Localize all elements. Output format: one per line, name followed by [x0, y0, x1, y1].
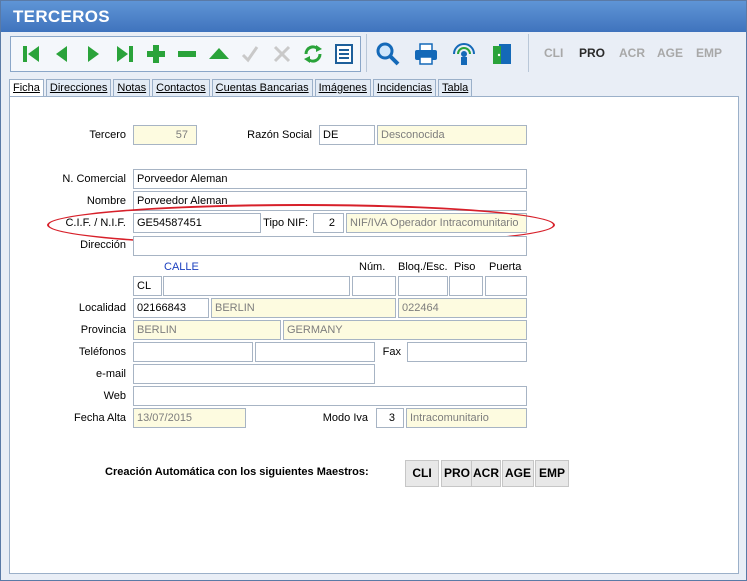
tercero-label: Tercero	[89, 129, 126, 141]
num-header: Núm.	[359, 261, 386, 273]
tab-contactos[interactable]: Contactos	[152, 79, 210, 97]
modo-iva-field[interactable]: 3	[376, 408, 404, 428]
localidad-cp-field: 022464	[398, 298, 527, 318]
tercero-field[interactable]: 57	[133, 125, 197, 145]
first-record-icon[interactable]	[15, 39, 46, 69]
tools-toolbar	[372, 36, 518, 72]
print-icon[interactable]	[410, 39, 442, 69]
numero-field[interactable]	[352, 276, 396, 296]
module-emp-button[interactable]: EMP	[696, 46, 722, 60]
auto-create-age-button[interactable]: AGE	[502, 460, 534, 487]
razon-social-label: Razón Social	[247, 129, 312, 141]
toolbar-separator	[528, 34, 529, 72]
auto-create-label: Creación Automática con los siguientes M…	[105, 466, 369, 478]
web-field[interactable]	[133, 386, 527, 406]
list-icon[interactable]	[329, 39, 360, 69]
bloque-field[interactable]	[398, 276, 448, 296]
razon-social-desc-field: Desconocida	[377, 125, 527, 145]
terceros-window: TERCEROS CLI PRO ACR AGE EMP Ficha Direc…	[0, 0, 747, 581]
email-label: e-mail	[96, 368, 126, 380]
last-record-icon[interactable]	[109, 39, 140, 69]
piso-field[interactable]	[449, 276, 483, 296]
modo-iva-desc-field: Intracomunitario	[406, 408, 527, 428]
localidad-name-field: BERLIN	[211, 298, 396, 318]
window-title: TERCEROS	[1, 1, 746, 32]
tab-strip: Ficha Direcciones Notas Contactos Cuenta…	[9, 79, 474, 98]
provincia-label: Provincia	[80, 324, 126, 336]
auto-create-emp-button[interactable]: EMP	[535, 460, 569, 487]
toolbar-separator	[366, 34, 367, 72]
provincia-field: BERLIN	[133, 320, 281, 340]
auto-create-cli-button[interactable]: CLI	[405, 460, 439, 487]
n-comercial-label: N. Comercial	[62, 173, 126, 185]
tab-direcciones[interactable]: Direcciones	[45, 79, 112, 97]
add-icon[interactable]	[140, 39, 171, 69]
puerta-header: Puerta	[489, 261, 522, 273]
localidad-label: Localidad	[78, 302, 126, 314]
module-pro-button[interactable]: PRO	[579, 46, 605, 60]
modo-iva-label: Modo Iva	[322, 412, 368, 424]
direccion-label: Dirección	[80, 239, 126, 251]
auto-create-acr-button[interactable]: ACR	[471, 460, 501, 487]
calle-header: CALLE	[164, 261, 199, 273]
wireless-icon[interactable]	[448, 39, 480, 69]
module-acr-button[interactable]: ACR	[619, 46, 645, 60]
module-age-button[interactable]: AGE	[657, 46, 683, 60]
piso-header: Piso	[454, 261, 476, 273]
module-cli-button[interactable]: CLI	[544, 46, 563, 60]
web-label: Web	[103, 390, 126, 402]
navigation-toolbar	[10, 36, 361, 72]
tab-cuentas-bancarias[interactable]: Cuentas Bancarias	[211, 79, 313, 97]
fecha-alta-label: Fecha Alta	[74, 412, 126, 424]
tab-notas[interactable]: Notas	[113, 79, 151, 97]
pais-field: GERMANY	[283, 320, 527, 340]
puerta-field[interactable]	[485, 276, 527, 296]
previous-record-icon[interactable]	[46, 39, 77, 69]
refresh-icon[interactable]	[297, 39, 328, 69]
telefono-2-field[interactable]	[255, 342, 375, 362]
tab-imagenes[interactable]: Imágenes	[314, 79, 371, 97]
search-icon[interactable]	[372, 39, 404, 69]
exit-door-icon[interactable]	[486, 39, 518, 69]
fax-label: Fax	[382, 346, 401, 358]
fecha-alta-field: 13/07/2015	[133, 408, 246, 428]
calle-field[interactable]	[163, 276, 350, 296]
n-comercial-field[interactable]: Porveedor Aleman	[133, 169, 527, 189]
next-record-icon[interactable]	[78, 39, 109, 69]
auto-create-pro-button[interactable]: PRO	[441, 460, 473, 487]
tab-tabla[interactable]: Tabla	[437, 79, 473, 97]
check-icon	[235, 39, 266, 69]
direccion-field[interactable]	[133, 236, 527, 256]
fax-field[interactable]	[407, 342, 527, 362]
nombre-label: Nombre	[86, 195, 126, 207]
remove-icon[interactable]	[172, 39, 203, 69]
razon-social-code-field[interactable]: DE	[319, 125, 375, 145]
telefonos-label: Teléfonos	[78, 346, 126, 358]
tab-incidencias[interactable]: Incidencias	[372, 79, 436, 97]
telefono-1-field[interactable]	[133, 342, 253, 362]
localidad-code-field[interactable]: 02166843	[133, 298, 209, 318]
via-type-field[interactable]: CL	[133, 276, 162, 296]
up-icon[interactable]	[203, 39, 234, 69]
cancel-icon	[266, 39, 297, 69]
email-field[interactable]	[133, 364, 375, 384]
bloq-header: Bloq./Esc.	[398, 261, 448, 273]
